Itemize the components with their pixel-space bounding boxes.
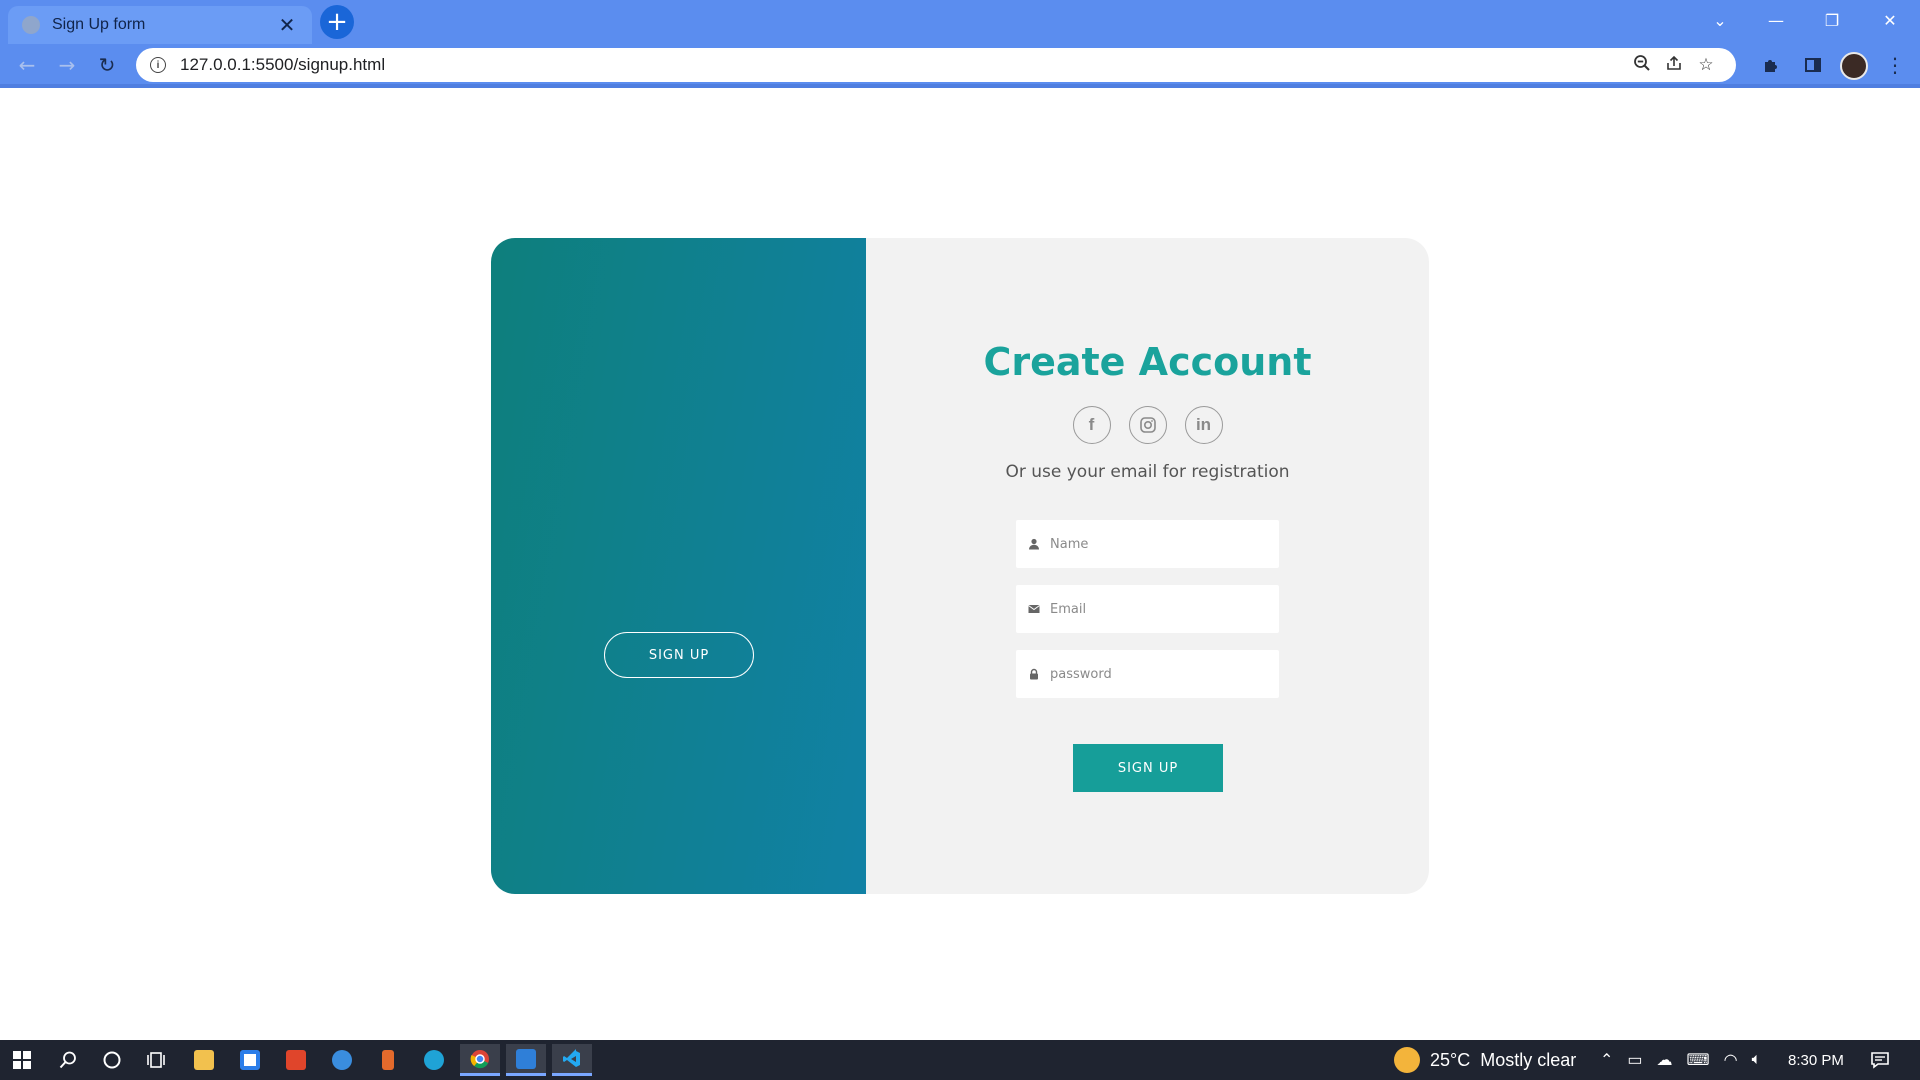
- bookmark-star-icon[interactable]: ☆: [1690, 55, 1722, 75]
- name-field[interactable]: [1016, 520, 1279, 568]
- social-login-row: f in: [866, 406, 1429, 444]
- lock-icon: [1026, 666, 1042, 682]
- weather-temperature: 25°C: [1430, 1049, 1471, 1070]
- minimize-button[interactable]: —: [1748, 0, 1804, 40]
- password-input[interactable]: [1050, 666, 1250, 682]
- browser-toolbar: ← → ↻ i 127.0.0.1:5500/signup.html ☆ ⋮: [0, 44, 1920, 88]
- task-view-icon[interactable]: [136, 1044, 176, 1076]
- tab-search-chevron-icon[interactable]: ⌄: [1692, 0, 1748, 40]
- tab-close-icon[interactable]: ✕: [276, 13, 298, 38]
- signup-form-panel: Create Account f in Or use your email fo…: [866, 238, 1429, 894]
- envelope-icon: [1026, 601, 1042, 617]
- weather-widget[interactable]: 25°C Mostly clear: [1394, 1040, 1576, 1080]
- clock[interactable]: 8:30 PM: [1788, 1040, 1844, 1080]
- file-explorer-icon[interactable]: [184, 1044, 224, 1076]
- back-arrow-icon[interactable]: ←: [12, 50, 42, 80]
- user-icon: [1026, 536, 1042, 552]
- globe-icon: [22, 16, 40, 34]
- browser-tab-strip: Sign Up form ✕ + ⌄ — ❐ ✕: [0, 0, 1920, 44]
- app-icon[interactable]: [322, 1044, 362, 1076]
- address-bar[interactable]: i 127.0.0.1:5500/signup.html ☆: [136, 48, 1736, 82]
- weather-condition: Mostly clear: [1480, 1049, 1577, 1070]
- new-tab-button[interactable]: +: [320, 5, 354, 39]
- kebab-menu-icon[interactable]: ⋮: [1880, 50, 1910, 80]
- name-input[interactable]: [1050, 536, 1250, 552]
- taskbar: 25°C Mostly clear ⌃ ▭ ☁ ⌨ ◠ 🔈︎ 8:30 PM: [0, 1040, 1920, 1080]
- notifications-icon[interactable]: [1870, 1040, 1890, 1080]
- wifi-icon[interactable]: ◠: [1724, 1050, 1738, 1070]
- device-icon[interactable]: ▭: [1627, 1050, 1642, 1070]
- url-text: 127.0.0.1:5500/signup.html: [180, 55, 386, 74]
- zoom-icon[interactable]: [1626, 54, 1658, 77]
- microsoft-store-icon[interactable]: [230, 1044, 270, 1076]
- facebook-icon[interactable]: f: [1072, 406, 1111, 444]
- site-info-icon[interactable]: i: [150, 57, 166, 73]
- share-icon[interactable]: [1658, 54, 1690, 77]
- password-field[interactable]: [1016, 650, 1279, 698]
- vscode-icon[interactable]: [552, 1044, 592, 1076]
- edge-icon[interactable]: [414, 1044, 454, 1076]
- panel-signup-button[interactable]: SIGN UP: [604, 632, 754, 678]
- chrome-icon[interactable]: [460, 1044, 500, 1076]
- profile-avatar[interactable]: [1840, 52, 1868, 80]
- instagram-icon[interactable]: [1128, 406, 1167, 444]
- page-title: Create Account: [983, 340, 1312, 384]
- browser-tab[interactable]: Sign Up form ✕: [8, 6, 312, 44]
- restore-button[interactable]: ❐: [1804, 0, 1860, 40]
- onedrive-icon[interactable]: ☁: [1657, 1050, 1673, 1070]
- extensions-puzzle-icon[interactable]: [1756, 50, 1786, 80]
- signup-submit-button[interactable]: SIGN UP: [1073, 744, 1223, 792]
- moon-cloud-icon: [1394, 1047, 1420, 1073]
- registration-hint: Or use your email for registration: [1005, 462, 1290, 482]
- windows-start-icon[interactable]: [2, 1044, 42, 1076]
- email-input[interactable]: [1050, 601, 1250, 617]
- volume-icon[interactable]: 🔈︎: [1752, 1051, 1762, 1069]
- system-tray: ⌃ ▭ ☁ ⌨ ◠ 🔈︎: [1600, 1040, 1761, 1080]
- welcome-panel: SIGN UP: [491, 238, 866, 894]
- signup-card: SIGN UP Create Account f in Or use your …: [491, 238, 1429, 894]
- reload-icon[interactable]: ↻: [92, 50, 122, 80]
- tab-title: Sign Up form: [52, 16, 146, 33]
- side-panel-icon[interactable]: [1798, 50, 1828, 80]
- cortana-icon[interactable]: [92, 1044, 132, 1076]
- close-window-button[interactable]: ✕: [1862, 0, 1918, 40]
- input-indicator-icon[interactable]: ⌨: [1687, 1050, 1710, 1070]
- email-field[interactable]: [1016, 585, 1279, 633]
- linkedin-icon[interactable]: in: [1184, 406, 1223, 444]
- search-icon[interactable]: [48, 1044, 88, 1076]
- media-player-icon[interactable]: [506, 1044, 546, 1076]
- app-icon-orange[interactable]: [368, 1044, 408, 1076]
- chevron-up-icon[interactable]: ⌃: [1600, 1050, 1613, 1070]
- office-icon[interactable]: [276, 1044, 316, 1076]
- forward-arrow-icon[interactable]: →: [52, 50, 82, 80]
